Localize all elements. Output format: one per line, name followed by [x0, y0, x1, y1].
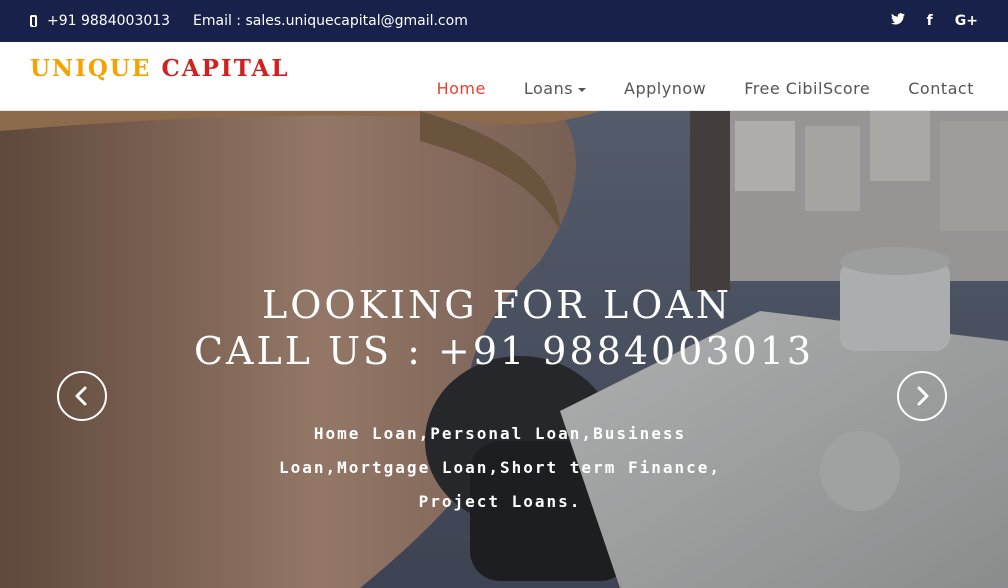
phone-number: +91 9884003013 — [47, 13, 171, 29]
nav-item-loans[interactable]: Loans — [523, 55, 587, 98]
nav-item-free-cibilscore[interactable]: Free CibilScore — [744, 55, 870, 98]
caret-down-icon — [578, 87, 587, 92]
mobile-phone-icon — [30, 15, 37, 27]
nav-item-loans-label: Loans — [523, 79, 574, 98]
brand-word-unique: UNIQUE — [30, 55, 152, 82]
nav-item-contact[interactable]: Contact — [908, 55, 974, 98]
hero-loan-types: Home Loan,Personal Loan,Business Loan,Mo… — [278, 424, 722, 511]
twitter-icon[interactable] — [890, 13, 905, 29]
brand-word-capital: CAPITAL — [161, 55, 290, 82]
carousel-prev-button[interactable] — [57, 371, 107, 421]
nav-item-home[interactable]: Home — [437, 55, 486, 98]
nav-item-applynow[interactable]: Applynow — [624, 55, 706, 98]
email-address: Email : sales.uniquecapital@gmail.com — [193, 13, 468, 29]
carousel-next-button[interactable] — [897, 371, 947, 421]
nav-menu: Home Loans Applynow Free CibilScore Cont… — [399, 42, 974, 111]
main-navbar: UNIQUE CAPITAL Home Loans Applynow Free … — [0, 42, 1008, 111]
social-links: f G+ — [890, 0, 978, 42]
hero-headline-primary: LOOKING FOR LOAN — [262, 283, 732, 327]
hero-carousel: LOOKING FOR LOAN CALL US : +91 988400301… — [0, 111, 1008, 588]
facebook-icon[interactable]: f — [927, 13, 933, 29]
phone-contact: +91 9884003013 — [30, 0, 170, 42]
email-contact: Email : sales.uniquecapital@gmail.com — [193, 0, 468, 42]
hero-headline-call: CALL US : +91 9884003013 — [193, 329, 815, 373]
top-contact-bar: +91 9884003013 Email : sales.uniquecapit… — [0, 0, 1008, 42]
chevron-right-icon — [917, 386, 929, 406]
google-plus-icon[interactable]: G+ — [955, 13, 978, 29]
brand-logo[interactable]: UNIQUE CAPITAL — [30, 55, 290, 82]
chevron-left-icon — [75, 386, 87, 406]
